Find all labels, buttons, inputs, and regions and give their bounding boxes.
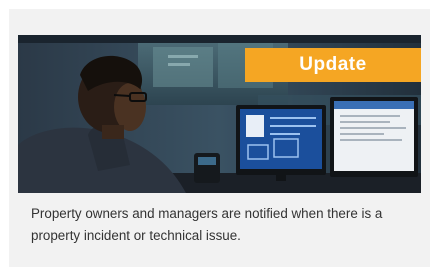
operator-at-monitors-photo: Update xyxy=(18,35,421,193)
update-badge: Update xyxy=(245,48,421,82)
card-description: Property owners and managers are notifie… xyxy=(31,206,383,243)
update-card: Update Property owners and managers are … xyxy=(9,9,430,267)
